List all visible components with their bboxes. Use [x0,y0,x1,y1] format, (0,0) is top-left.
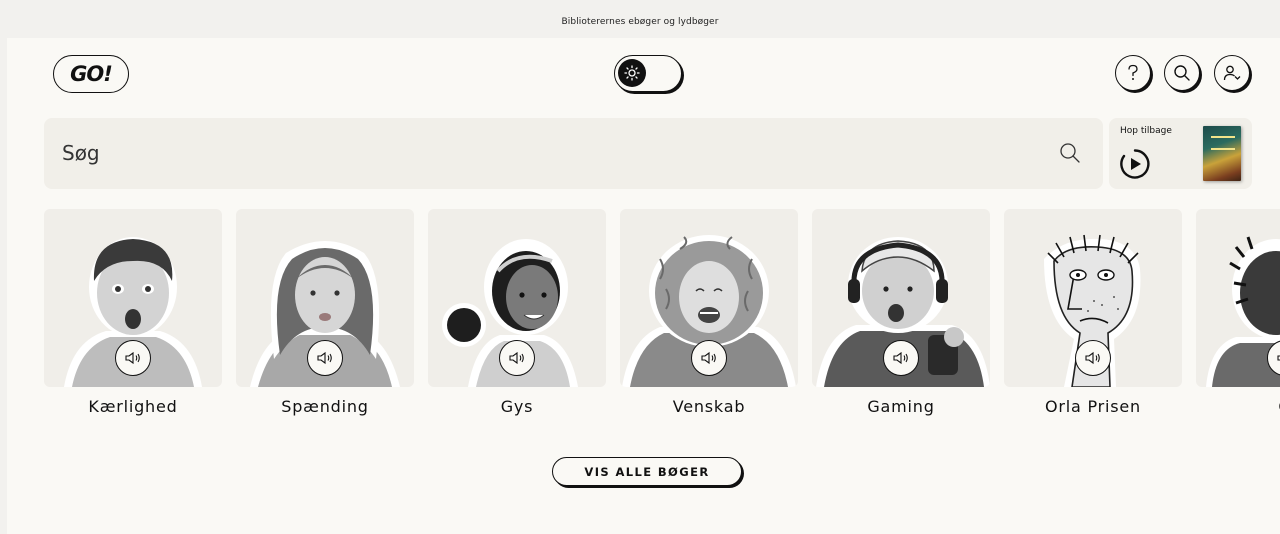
search-button[interactable] [1164,55,1200,91]
sun-icon [624,65,640,81]
category-card[interactable] [44,209,222,387]
category-card[interactable] [812,209,990,387]
user-icon [1223,65,1241,81]
search-input[interactable] [62,136,1022,170]
category-item[interactable]: Orla Prisen [1004,209,1182,416]
book-cover[interactable] [1203,126,1241,181]
category-item[interactable]: Kærlighed [44,209,222,416]
resume-label: Hop tilbage [1120,126,1172,136]
logo-text: GO! [70,62,113,86]
speaker-icon [1085,351,1100,365]
help-button[interactable] [1115,55,1151,91]
profile-button[interactable] [1214,55,1250,91]
top-bar: Biblioterernes ebøger og lydbøger [0,0,1280,38]
speaker-icon [1277,355,1280,361]
speaker-icon [317,351,332,365]
category-item[interactable]: Spænding [236,209,414,416]
question-icon [1128,64,1138,80]
category-name: Gaming [867,397,935,416]
search-icon[interactable] [1059,142,1081,164]
category-name: G [1196,397,1280,416]
category-item[interactable]: Gys [428,209,606,416]
go-logo[interactable]: GO! [53,55,129,93]
toggle-knob [618,59,646,87]
play-icon[interactable] [1119,148,1151,180]
speaker-icon [509,351,524,365]
category-carousel: Kærlighed Spænding Gys Venskab Gaming Or… [44,209,1280,424]
search-bar [44,118,1103,189]
speaker-icon [701,351,716,365]
category-name: Kærlighed [88,397,178,416]
resume-playback-card[interactable]: Hop tilbage [1109,118,1252,189]
speaker-icon [125,351,140,365]
category-item[interactable]: Gaming [812,209,990,416]
play-sound-button[interactable] [1075,340,1111,376]
category-card[interactable] [620,209,798,387]
category-name: Orla Prisen [1044,397,1142,416]
play-sound-button[interactable] [499,340,535,376]
play-sound-button[interactable] [307,340,343,376]
play-sound-button[interactable] [691,340,727,376]
category-card[interactable] [428,209,606,387]
play-sound-button[interactable] [115,340,151,376]
show-all-books-button[interactable]: VIS ALLE BØGER [552,457,742,486]
category-card[interactable] [1196,209,1280,387]
theme-toggle[interactable] [614,55,682,92]
tagline: Biblioterernes ebøger og lydbøger [561,17,719,27]
category-card[interactable] [236,209,414,387]
speaker-icon [893,351,908,365]
category-name: Spænding [281,397,369,416]
category-name: Venskab [672,397,746,416]
category-card[interactable] [1004,209,1182,387]
category-name: Gys [500,397,534,416]
play-sound-button[interactable] [883,340,919,376]
main-area: GO! Søg Hop tilbage Kærlighed Spænding G… [7,38,1280,534]
search-icon [1174,65,1190,81]
category-item[interactable]: G [1196,209,1280,416]
category-item[interactable]: Venskab [620,209,798,416]
